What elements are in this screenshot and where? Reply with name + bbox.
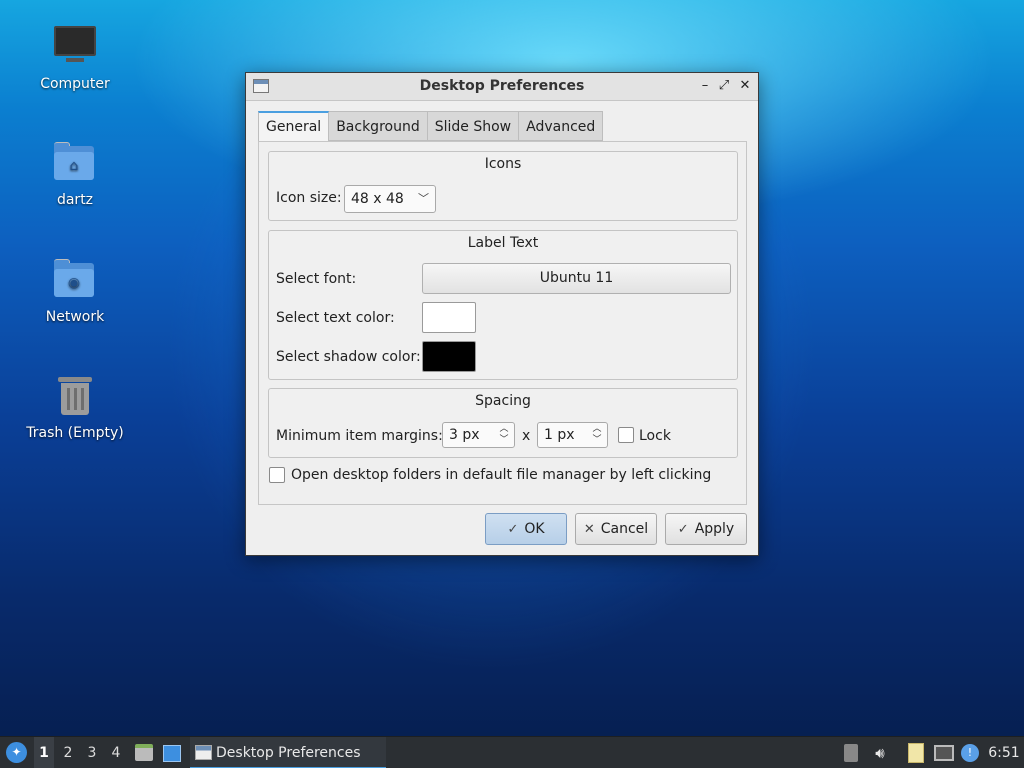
clipboard-icon[interactable] bbox=[908, 743, 924, 763]
select-font-label: Select font: bbox=[276, 271, 357, 287]
desktop-icon-computer[interactable]: Computer bbox=[20, 24, 130, 92]
file-manager-icon bbox=[135, 744, 153, 761]
tab-slide-show[interactable]: Slide Show bbox=[427, 111, 520, 141]
workspace-2[interactable]: 2 bbox=[58, 737, 78, 768]
check-icon: ✓ bbox=[677, 522, 689, 537]
workspace-3[interactable]: 3 bbox=[82, 737, 102, 768]
workspace-1[interactable]: 1 bbox=[34, 737, 54, 768]
margin-x-spinbox[interactable]: 3 px ︿ ﹀ bbox=[442, 422, 515, 448]
maximize-icon[interactable]: ⤢ bbox=[716, 77, 732, 95]
tab-general[interactable]: General bbox=[258, 111, 330, 141]
show-desktop-button[interactable] bbox=[160, 737, 184, 768]
file-manager-launcher[interactable] bbox=[132, 737, 156, 768]
lxqt-menu-icon: ✦ bbox=[6, 742, 27, 763]
cross-icon: ✕ bbox=[583, 522, 595, 537]
minimize-icon[interactable]: – bbox=[697, 77, 713, 95]
window-icon bbox=[195, 745, 212, 760]
volume-icon[interactable]: 🔊︎ bbox=[870, 737, 890, 768]
icon-size-select[interactable]: 48 x 48 ﹀ bbox=[344, 185, 436, 213]
window-title: Desktop Preferences bbox=[419, 78, 585, 94]
text-color-label: Select text color: bbox=[276, 310, 395, 326]
ok-button[interactable]: ✓ OK bbox=[485, 513, 567, 545]
margin-separator: x bbox=[522, 428, 531, 444]
application-menu-button[interactable]: ✦ bbox=[4, 737, 28, 768]
tab-advanced[interactable]: Advanced bbox=[519, 111, 604, 141]
general-panel: Icons Icon size: 48 x 48 ﹀ Label Text Se… bbox=[258, 141, 747, 505]
group-title: Label Text bbox=[467, 235, 539, 251]
desktop-icon-label: Network bbox=[45, 309, 105, 325]
cancel-button[interactable]: ✕ Cancel bbox=[575, 513, 657, 545]
spin-down-icon[interactable]: ﹀ bbox=[498, 435, 510, 446]
group-title: Icons bbox=[484, 156, 522, 172]
open-folders-checkbox[interactable] bbox=[269, 467, 285, 483]
chevron-down-icon: ﹀ bbox=[418, 192, 429, 205]
lock-checkbox[interactable] bbox=[618, 427, 634, 443]
shadow-color-label: Select shadow color: bbox=[276, 349, 421, 365]
desktop-icon-label: Computer bbox=[40, 76, 110, 92]
title-bar[interactable]: Desktop Preferences – ⤢ ✕ bbox=[246, 73, 758, 101]
update-notifier-icon[interactable]: ! bbox=[961, 744, 979, 762]
margins-label: Minimum item margins: bbox=[276, 428, 443, 444]
close-icon[interactable]: ✕ bbox=[737, 77, 753, 95]
desktop-preferences-dialog: Desktop Preferences – ⤢ ✕ General Backgr… bbox=[245, 72, 759, 556]
group-title: Spacing bbox=[475, 393, 531, 409]
apply-button[interactable]: ✓ Apply bbox=[665, 513, 747, 545]
spin-up-icon[interactable]: ︿ bbox=[498, 424, 510, 435]
tab-bar: General Background Slide Show Advanced bbox=[258, 111, 604, 141]
desktop-icon-label: dartz bbox=[56, 192, 94, 208]
trash-icon bbox=[52, 373, 98, 419]
eject-icon[interactable] bbox=[844, 744, 858, 762]
font-button[interactable]: Ubuntu 11 bbox=[422, 263, 731, 294]
home-folder-icon: ⌂ bbox=[52, 140, 98, 186]
network-icon[interactable] bbox=[934, 745, 954, 761]
margin-y-spinbox[interactable]: 1 px ︿ ﹀ bbox=[537, 422, 608, 448]
desktop-icon-trash[interactable]: Trash (Empty) bbox=[20, 373, 130, 441]
icon-size-label: Icon size: bbox=[276, 190, 342, 206]
spacing-group: Spacing Minimum item margins: 3 px ︿ ﹀ x… bbox=[268, 388, 738, 458]
desktop-icon bbox=[163, 745, 181, 762]
label-text-group: Label Text Select font: Ubuntu 11 Select… bbox=[268, 230, 738, 380]
desktop-icon-home[interactable]: ⌂ dartz bbox=[20, 140, 130, 208]
clock[interactable]: 6:51 bbox=[984, 737, 1024, 768]
check-icon: ✓ bbox=[507, 522, 519, 537]
icons-group: Icons Icon size: 48 x 48 ﹀ bbox=[268, 151, 738, 221]
taskbar: ✦ 1 2 3 4 Desktop Preferences 🔊︎ ! 6:51 bbox=[0, 736, 1024, 768]
text-color-button[interactable] bbox=[422, 302, 476, 333]
monitor-icon bbox=[52, 24, 98, 70]
shadow-color-button[interactable] bbox=[422, 341, 476, 372]
workspace-4[interactable]: 4 bbox=[106, 737, 126, 768]
task-desktop-preferences[interactable]: Desktop Preferences bbox=[190, 737, 386, 768]
desktop-icon-network[interactable]: ◉ Network bbox=[20, 257, 130, 325]
network-folder-icon: ◉ bbox=[52, 257, 98, 303]
desktop-icon-label: Trash (Empty) bbox=[26, 425, 124, 441]
spin-down-icon[interactable]: ﹀ bbox=[591, 435, 603, 446]
spin-up-icon[interactable]: ︿ bbox=[591, 424, 603, 435]
lock-label: Lock bbox=[639, 428, 671, 444]
tab-background[interactable]: Background bbox=[329, 111, 428, 141]
open-folders-label[interactable]: Open desktop folders in default file man… bbox=[291, 467, 711, 483]
